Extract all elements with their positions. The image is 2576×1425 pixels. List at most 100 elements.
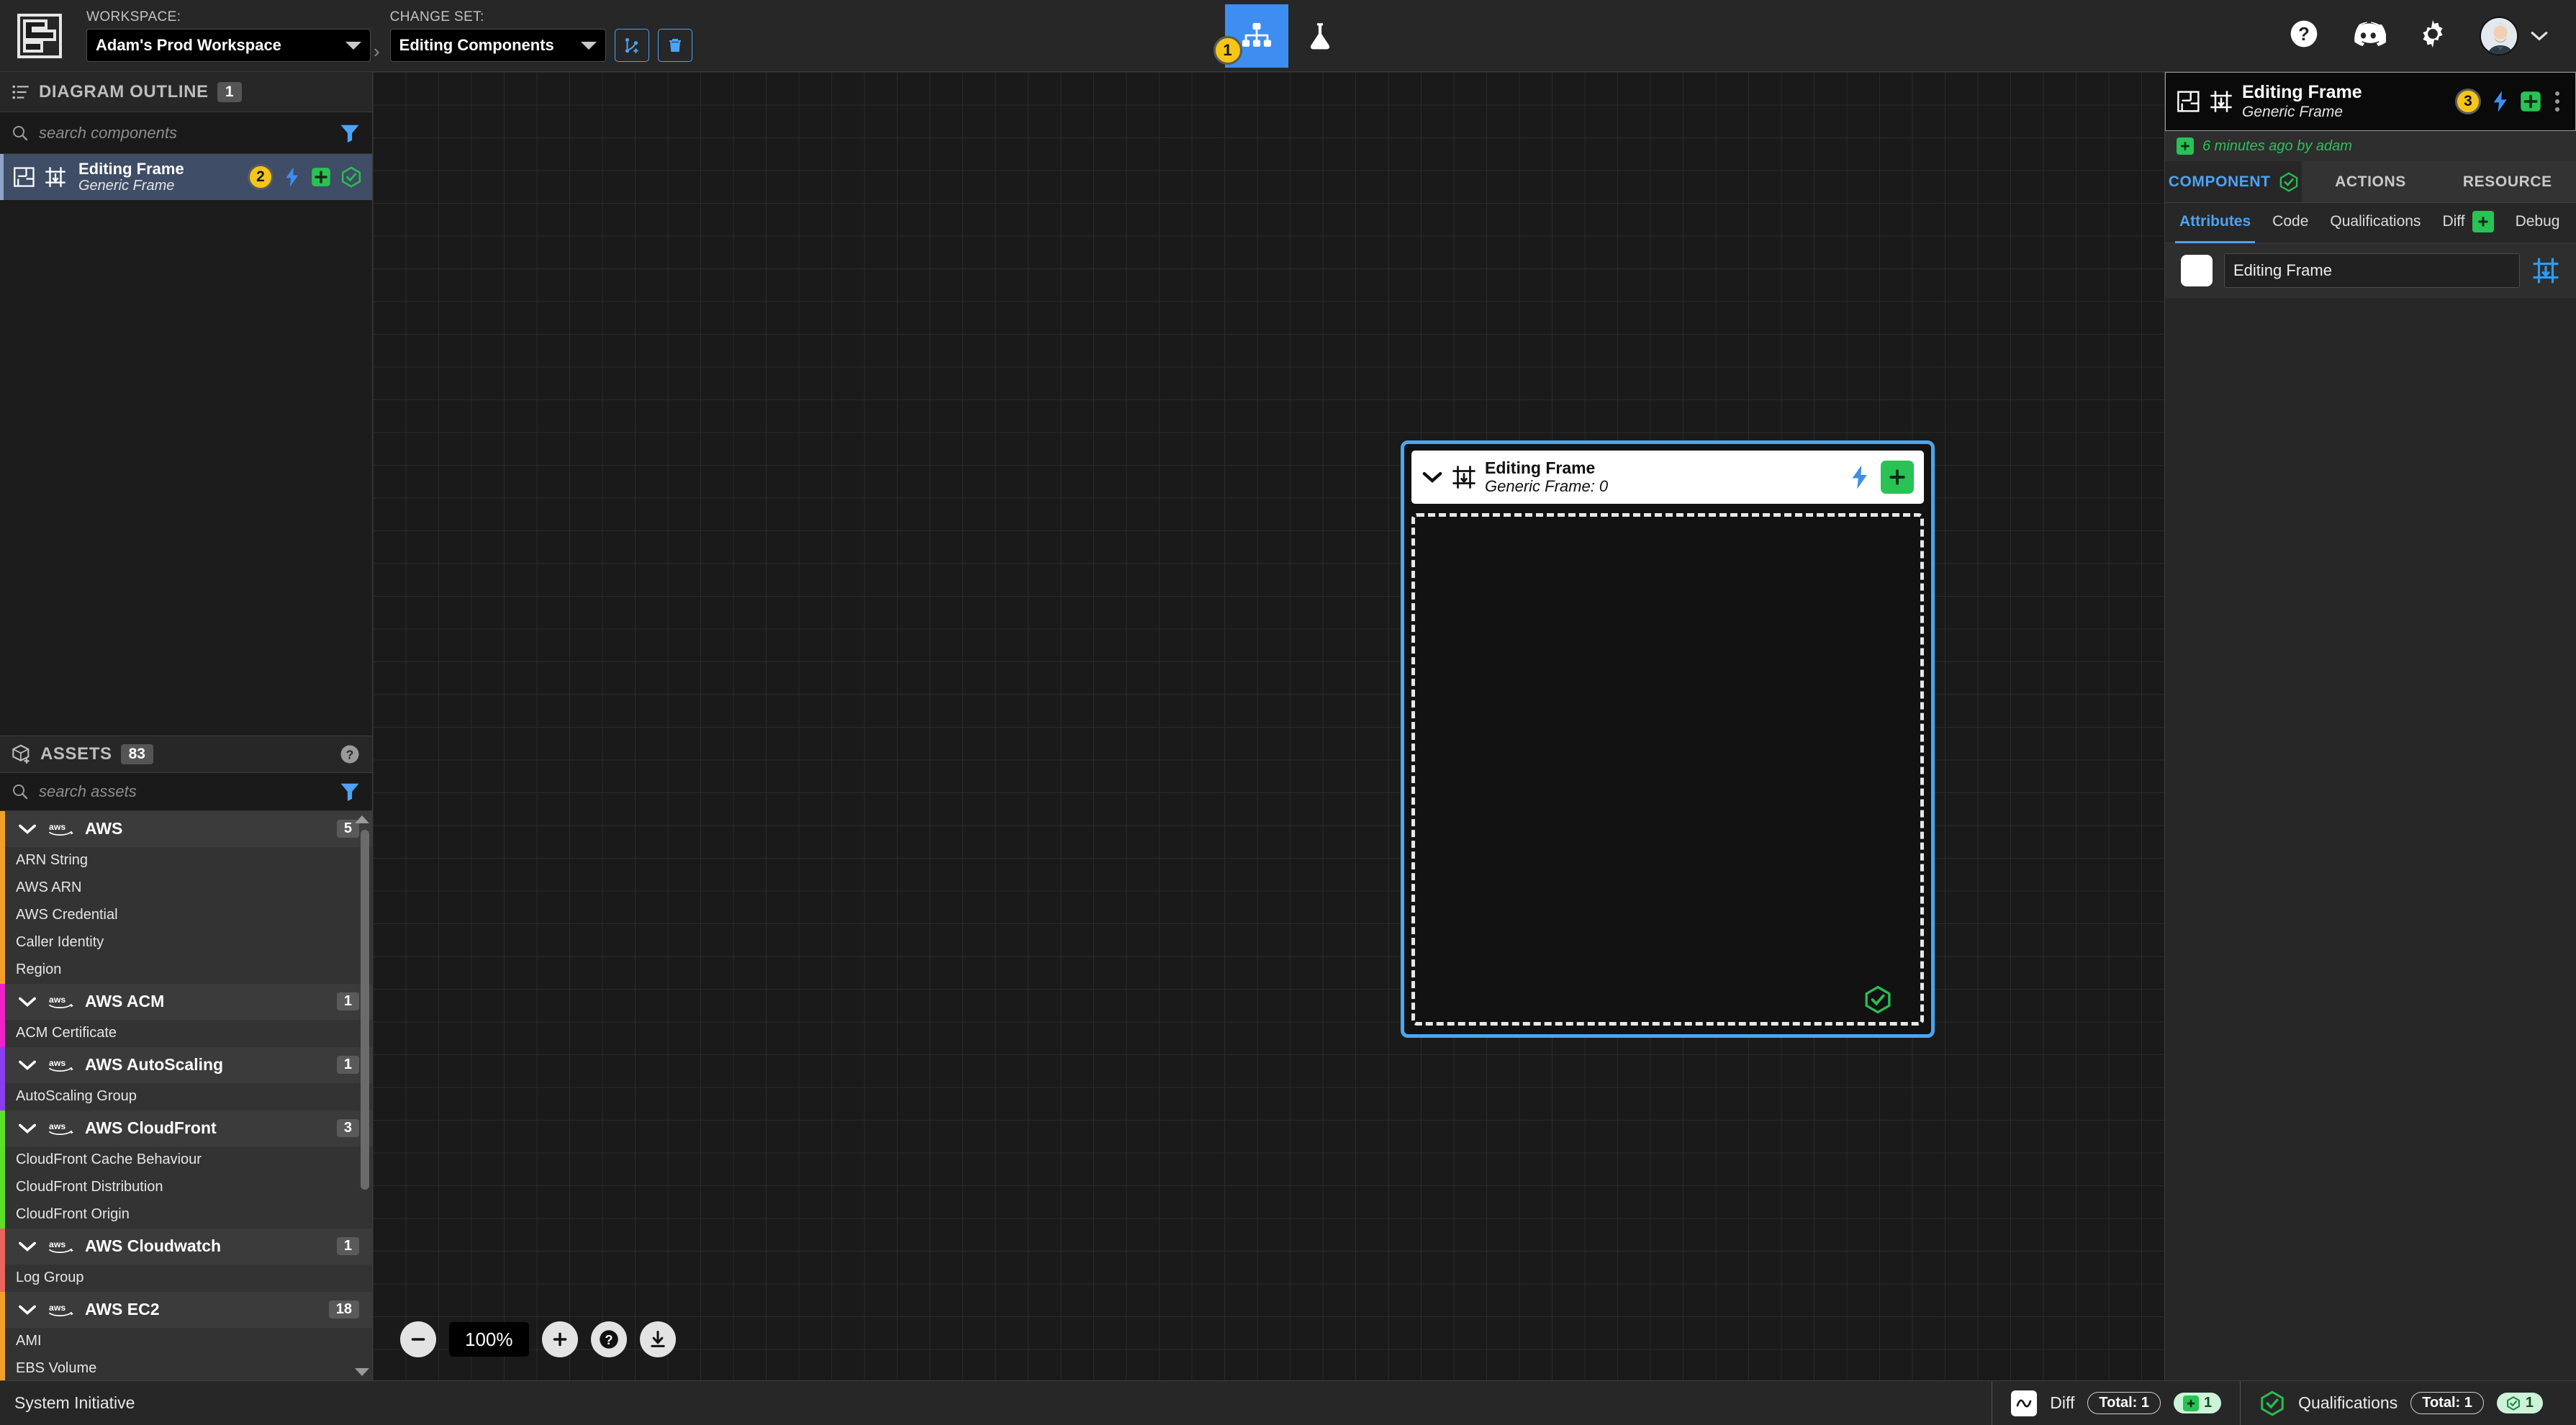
qualification-check-icon[interactable] xyxy=(340,166,362,188)
diagram-canvas[interactable]: Editing Frame Generic Frame: 0 100% ? xyxy=(373,72,2164,1380)
frame-drop-area[interactable] xyxy=(1411,513,1924,1026)
tab-actions[interactable]: ACTIONS xyxy=(2302,161,2439,202)
asset-group-name: AWS ACM xyxy=(85,992,165,1011)
bolt-icon[interactable] xyxy=(1849,464,1871,490)
question-mark-icon[interactable]: ? xyxy=(339,743,361,765)
asset-group-header[interactable]: aws AWS EC2 18 xyxy=(0,1291,372,1328)
details-badge: 3 xyxy=(2455,89,2481,114)
status-qualifications-section[interactable]: Qualifications Total: 1 1 xyxy=(2240,1380,2562,1425)
zoom-level[interactable]: 100% xyxy=(449,1322,529,1357)
asset-item[interactable]: Caller Identity xyxy=(0,928,372,956)
scroll-down-icon[interactable] xyxy=(355,1368,369,1376)
assets-tree[interactable]: aws AWS 5 ARN String AWS ARN AWS Credentia… xyxy=(0,810,372,1380)
chevron-down-icon[interactable] xyxy=(17,823,37,836)
delete-changeset-button[interactable] xyxy=(657,29,692,62)
diagram-outline-empty-area xyxy=(0,200,372,736)
changeset-label: CHANGE SET: xyxy=(389,9,484,24)
canvas-help-button[interactable]: ? xyxy=(590,1321,627,1357)
chevron-down-icon[interactable] xyxy=(17,1122,37,1135)
frame-node[interactable]: Editing Frame Generic Frame: 0 xyxy=(1401,440,1935,1038)
subtab-debug[interactable]: Debug xyxy=(2516,213,2560,233)
asset-item[interactable]: CloudFront Cache Behaviour xyxy=(0,1146,372,1174)
asset-item[interactable]: ARN String xyxy=(0,846,372,874)
asset-item[interactable]: Log Group xyxy=(0,1264,372,1292)
asset-group-header[interactable]: aws AWS ACM 1 xyxy=(0,983,372,1020)
asset-item[interactable]: AWS Credential xyxy=(0,901,372,929)
tab-component[interactable]: COMPONENT xyxy=(2165,161,2302,202)
tab-lab[interactable] xyxy=(1288,4,1352,68)
diagram-outline-header: DIAGRAM OUTLINE 1 xyxy=(0,72,372,112)
status-diff-section[interactable]: Diff Total: 1 1 xyxy=(1992,1380,2240,1425)
changeset-select[interactable]: Editing Components xyxy=(389,29,606,62)
chevron-down-icon[interactable] xyxy=(17,995,37,1008)
bolt-icon[interactable] xyxy=(283,166,302,188)
workspace-label: WORKSPACE: xyxy=(86,9,181,24)
avatar xyxy=(2480,16,2518,55)
asset-group-header[interactable]: aws AWS AutoScaling 1 xyxy=(0,1046,372,1083)
chevron-down-icon[interactable] xyxy=(17,1303,37,1316)
asset-group-name: AWS AutoScaling xyxy=(85,1055,224,1075)
asset-item[interactable]: EBS Volume xyxy=(0,1354,372,1380)
bolt-icon[interactable] xyxy=(2490,90,2511,113)
search-icon xyxy=(13,784,28,800)
chevron-down-icon[interactable] xyxy=(17,1240,37,1253)
plus-icon[interactable] xyxy=(311,167,331,187)
asset-group-header[interactable]: aws AWS Cloudwatch 1 xyxy=(0,1228,372,1265)
asset-item[interactable]: AWS ARN xyxy=(0,874,372,902)
workspace-select[interactable]: Adam's Prod Workspace xyxy=(86,29,371,62)
scroll-up-icon[interactable] xyxy=(355,815,369,823)
user-menu[interactable] xyxy=(2480,16,2549,55)
discord-button[interactable] xyxy=(2350,20,2387,51)
asset-group-header[interactable]: aws AWS 5 xyxy=(0,810,372,847)
add-component-button[interactable] xyxy=(1881,461,1914,494)
asset-item[interactable]: AutoScaling Group xyxy=(0,1082,372,1110)
chevron-down-icon[interactable] xyxy=(1422,469,1443,485)
zoom-in-button[interactable] xyxy=(541,1321,578,1357)
component-name-input[interactable] xyxy=(2224,253,2520,288)
asset-item[interactable]: Region xyxy=(0,956,372,984)
search-components-input[interactable] xyxy=(39,123,329,142)
subtab-qualifications[interactable]: Qualifications xyxy=(2330,213,2421,233)
scrollbar-thumb[interactable] xyxy=(361,829,369,1190)
top-bar: WORKSPACE: Adam's Prod Workspace › CHANG… xyxy=(0,0,2576,72)
app-logo[interactable] xyxy=(0,0,79,71)
fit-to-screen-button[interactable] xyxy=(639,1321,676,1357)
color-swatch[interactable] xyxy=(2181,255,2213,286)
subtab-attributes[interactable]: Attributes xyxy=(2174,213,2256,243)
asset-item[interactable]: ACM Certificate xyxy=(0,1019,372,1047)
asset-item[interactable]: CloudFront Origin xyxy=(0,1200,372,1229)
assets-panel: ASSETS 83 ? search assets aws AWS 5 ARN … xyxy=(0,736,372,1380)
svg-text:?: ? xyxy=(346,747,354,761)
tab-diagram[interactable]: 1 xyxy=(1213,4,1288,68)
assets-scrollbar[interactable] xyxy=(355,815,369,1376)
asset-item[interactable]: AMI xyxy=(0,1327,372,1355)
subtab-code[interactable]: Code xyxy=(2272,213,2308,233)
filter-icon[interactable] xyxy=(339,781,361,802)
list-item[interactable]: Editing Frame Generic Frame 2 xyxy=(0,154,372,200)
search-assets-input[interactable] xyxy=(39,782,329,801)
zoom-out-button[interactable] xyxy=(400,1321,436,1357)
brand-label: System Initiative xyxy=(14,1393,135,1412)
asset-group-color-stripe xyxy=(0,1291,5,1380)
qualification-check-icon xyxy=(2261,1390,2284,1416)
asset-item[interactable]: CloudFront Distribution xyxy=(0,1173,372,1201)
chevron-down-icon[interactable] xyxy=(17,1059,37,1072)
help-button[interactable]: ? xyxy=(2288,18,2320,53)
kebab-menu-icon[interactable] xyxy=(2551,91,2564,112)
discord-icon xyxy=(2354,22,2387,47)
assets-header: ASSETS 83 ? xyxy=(0,736,372,774)
asset-group-header[interactable]: aws AWS CloudFront 3 xyxy=(0,1110,372,1146)
list-icon xyxy=(12,85,29,99)
status-bar-right: Diff Total: 1 1 Qualifications Total: 1 xyxy=(1992,1380,2562,1425)
asset-group-count: 1 xyxy=(336,992,359,1011)
tab-resource[interactable]: RESOURCE xyxy=(2439,161,2576,202)
create-changeset-button[interactable] xyxy=(614,29,649,62)
plus-icon[interactable] xyxy=(2520,91,2541,112)
qualification-check-icon[interactable] xyxy=(1863,985,1892,1014)
subtab-diff-label: Diff xyxy=(2442,212,2465,230)
settings-button[interactable] xyxy=(2416,17,2449,54)
subtab-diff[interactable]: Diff xyxy=(2442,210,2494,235)
plus-badge-icon xyxy=(2177,137,2194,155)
filter-icon[interactable] xyxy=(339,122,361,144)
frame-header[interactable]: Editing Frame Generic Frame: 0 xyxy=(1411,451,1924,504)
